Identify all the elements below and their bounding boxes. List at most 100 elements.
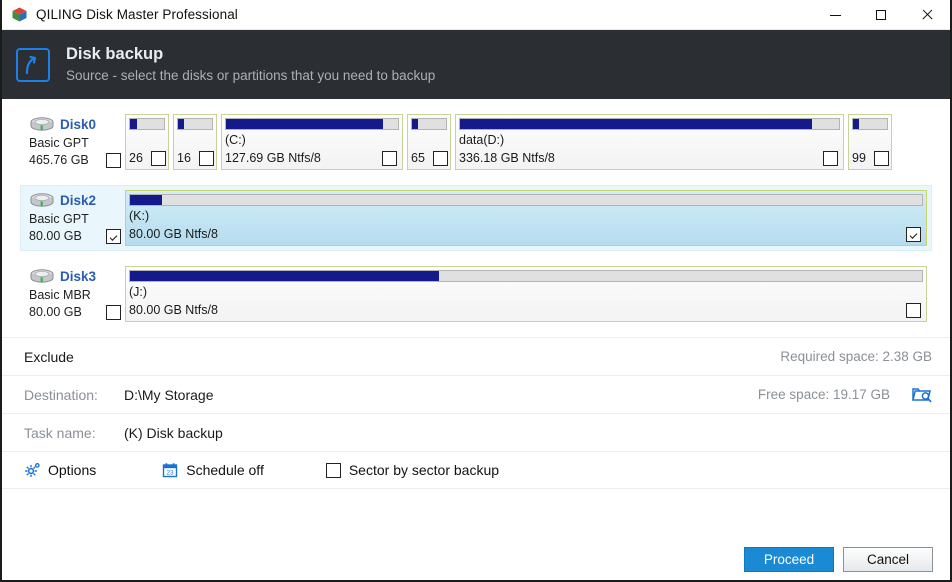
destination-label: Destination: [24,386,98,403]
disk-type: Basic GPT [29,136,89,150]
disk-header: Disk3 [29,268,121,285]
browse-folder-icon[interactable] [912,386,932,403]
schedule-button[interactable]: 23 Schedule off [162,462,264,478]
sector-by-sector-option[interactable]: Sector by sector backup [325,462,500,478]
disk-size: 80.00 GB [29,305,82,320]
options-label: Options [48,462,97,478]
cube-icon [11,6,28,23]
hard-disk-icon [29,268,55,285]
gear-icon [24,462,40,478]
partition-body: 26 [129,130,166,166]
disk-size-line: 465.76 GB [29,152,121,168]
partition-list: (J:) 80.00 GB Ntfs/8 [125,266,927,322]
partition-label: (J:) [129,285,148,299]
disk-checkbox[interactable] [106,228,121,244]
proceed-button[interactable]: Proceed [744,546,834,572]
partition-body: 16 [177,130,214,166]
partition-size: 336.18 GB Ntfs/8 [459,151,555,165]
page-subtitle: Source - select the disks or partitions … [66,67,436,83]
maximize-icon [876,10,886,20]
partition-size: 99 [852,151,866,165]
partition-label: (C:) [225,133,246,147]
backup-arrow-icon [16,47,50,82]
partition-checkbox[interactable] [906,303,921,318]
partition-usage-fill [460,119,813,129]
partition-label: data(D:) [459,133,505,147]
partition-box[interactable]: 26 [125,114,169,170]
partition-usage-fill [178,119,185,129]
disk-row[interactable]: Disk3 Basic MBR 80.00 GB (J:) 80.00 GB Ntfs/… [20,261,932,327]
partition-box[interactable]: (C:) 127.69 GB Ntfs/8 [221,114,403,170]
partition-body: data(D:) 336.18 GB Ntfs/8 [459,130,840,166]
partition-usage-bar [177,118,213,130]
page-title: Disk backup [66,45,164,64]
partition-size: 16 [177,151,191,165]
sector-by-sector-checkbox[interactable] [325,462,341,478]
close-icon [921,9,933,21]
partition-checkbox[interactable] [199,151,214,166]
partition-usage-fill [412,119,419,129]
partition-usage-bar [225,118,399,130]
hard-disk-icon [29,192,55,209]
destination-value[interactable]: D:\My Storage [124,387,213,403]
partition-box[interactable]: (K:) 80.00 GB Ntfs/8 [125,190,927,246]
partition-box[interactable]: 99 [848,114,892,170]
window-controls [812,0,950,30]
disk-info: Disk3 Basic MBR 80.00 GB [25,266,125,322]
disk-header: Disk2 [29,192,121,209]
disk-row[interactable]: Disk2 Basic GPT 80.00 GB (K:) 80.00 GB Ntfs/… [20,185,932,251]
partition-box[interactable]: 16 [173,114,217,170]
disk-header: Disk0 [29,116,121,133]
destination-row[interactable]: Destination: D:\My Storage Free space: 1… [2,375,950,413]
sector-by-sector-label: Sector by sector backup [348,462,500,478]
schedule-label: Schedule off [186,462,264,478]
required-space: Required space: 2.38 GB [780,349,932,364]
partition-checkbox[interactable] [382,151,397,166]
partition-usage-fill [130,271,439,281]
partition-checkbox[interactable] [433,151,448,166]
disk-size-line: 80.00 GB [29,228,121,244]
partition-box[interactable]: (J:) 80.00 GB Ntfs/8 [125,266,927,322]
task-name-row[interactable]: Task name: (K) Disk backup [2,413,950,451]
close-button[interactable] [904,0,950,30]
task-name-value[interactable]: (K) Disk backup [124,425,223,441]
partition-checkbox[interactable] [823,151,838,166]
partition-size: 65 [411,151,425,165]
footer-bar: Proceed Cancel [2,538,950,580]
partition-label: (K:) [129,209,150,223]
title-bar-left: QILING Disk Master Professional [2,6,238,23]
partition-body: (J:) 80.00 GB Ntfs/8 [129,282,923,318]
partition-body: 65 [411,130,448,166]
partition-checkbox[interactable] [151,151,166,166]
destination-right: Free space: 19.17 GB [758,386,932,403]
disk-row[interactable]: Disk0 Basic GPT 465.76 GB 26 16 (C:) 127.69 GB… [20,109,932,175]
partition-usage-bar [411,118,447,130]
partition-size: 80.00 GB Ntfs/8 [129,303,218,317]
partition-body: 99 [852,130,889,166]
exclude-label[interactable]: Exclude [24,349,74,365]
hard-disk-icon [29,116,55,133]
partition-usage-fill [226,119,383,129]
partition-checkbox[interactable] [906,227,921,242]
disk-name: Disk2 [60,193,97,208]
partition-usage-fill [130,119,138,129]
disk-checkbox[interactable] [106,152,121,168]
disk-info: Disk2 Basic GPT 80.00 GB [25,190,125,246]
partition-box[interactable]: 65 [407,114,451,170]
cancel-button[interactable]: Cancel [843,546,933,572]
minimize-icon [829,14,841,16]
partition-size: 26 [129,151,143,165]
options-button[interactable]: Options [24,462,96,478]
exclude-row[interactable]: Exclude Required space: 2.38 GB [2,337,950,375]
minimize-button[interactable] [812,0,858,30]
partition-box[interactable]: data(D:) 336.18 GB Ntfs/8 [455,114,844,170]
partition-body: (K:) 80.00 GB Ntfs/8 [129,206,923,242]
partition-usage-bar [129,194,923,206]
partition-list: 26 16 (C:) 127.69 GB Ntfs/8 65 data(D:) 336.18… [125,114,927,170]
disk-size: 80.00 GB [29,229,82,244]
partition-checkbox[interactable] [874,151,889,166]
disk-size: 465.76 GB [29,153,89,168]
disk-info: Disk0 Basic GPT 465.76 GB [25,114,125,170]
disk-checkbox[interactable] [106,304,121,320]
maximize-button[interactable] [858,0,904,30]
